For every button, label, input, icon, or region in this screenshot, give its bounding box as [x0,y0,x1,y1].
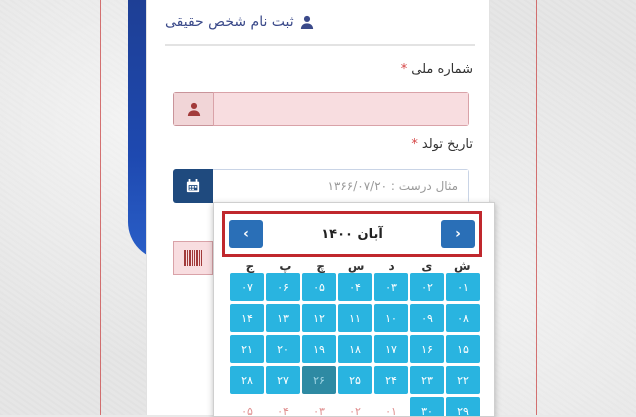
day-cell[interactable]: ۲۹ [446,397,480,416]
next-month-day-cell[interactable]: ۰۱ [374,397,408,417]
required-star: * [411,137,418,152]
next-month-day-cell[interactable]: ۰۲ [338,397,372,417]
day-cell[interactable]: ۰۶ [266,273,300,301]
weekday-label: ج [245,259,255,273]
day-cell[interactable]: ۰۸ [446,304,480,332]
national-id-icon-box [173,92,213,126]
day-cell[interactable]: ۲۸ [230,366,264,394]
calendar-icon [186,179,200,193]
day-cell[interactable]: ۰۴ [338,273,372,301]
weekday-label: ی [421,259,433,273]
next-month-day-cell[interactable]: ۰۵ [230,397,264,417]
datepicker-popup: ‹ آبان ۱۴۰۰ › شیدسچپج ۰۱ ۰۲ ۰۳ ۰۴ ۰۵ ۰۶ ۰۷ ۰۸ ۰۹… [213,202,495,417]
day-cell[interactable]: ۱۷ [374,335,408,363]
day-cell[interactable]: ۲۵ [338,366,372,394]
day-cell[interactable]: ۲۲ [446,366,480,394]
day-cell[interactable]: ۲۳ [410,366,444,394]
day-cell[interactable]: ۰۵ [302,273,336,301]
captcha-icon-box [173,241,213,275]
day-cell[interactable]: ۰۹ [410,304,444,332]
user-icon [300,15,313,29]
day-cell[interactable]: ۱۰ [374,304,408,332]
day-cell[interactable]: ۰۷ [230,273,264,301]
next-month-day-cell[interactable]: ۰۴ [266,397,300,417]
day-cell[interactable]: ۲۰ [266,335,300,363]
barcode-icon [184,250,202,266]
weekday-header: شیدسچپج [232,259,480,273]
form-title: ثبت نام شخص حقیقی [165,14,294,30]
national-id-input[interactable] [213,92,469,126]
day-cell[interactable]: ۱۱ [338,304,372,332]
day-cell[interactable]: ۱۴ [230,304,264,332]
birth-date-input[interactable]: مثال درست : ۱۳۶۶/۰۷/۲۰ [213,169,469,203]
day-cell[interactable]: ۱۶ [410,335,444,363]
datepicker-header: ‹ آبان ۱۴۰۰ › [222,211,482,257]
day-cell[interactable]: ۰۱ [446,273,480,301]
weekday-label: چ [316,259,326,273]
weekday-label: د [388,259,395,273]
day-cell[interactable]: ۱۸ [338,335,372,363]
month-title[interactable]: آبان ۱۴۰۰ [321,227,383,242]
calendar-button[interactable] [173,169,213,203]
weekday-label: ش [454,259,471,273]
day-cell[interactable]: ۰۲ [410,273,444,301]
day-cell[interactable]: ۲۶ [302,366,336,394]
day-cell[interactable]: ۰۳ [374,273,408,301]
birth-date-label-text: تاریخ تولد [421,137,473,152]
day-cell[interactable]: ۲۱ [230,335,264,363]
day-cell[interactable]: ۱۹ [302,335,336,363]
day-cell[interactable]: ۱۲ [302,304,336,332]
left-border-line [100,0,101,415]
day-cell[interactable]: ۱۵ [446,335,480,363]
weekday-label: س [347,259,365,273]
day-cell[interactable]: ۳۰ [410,397,444,416]
next-month-button[interactable]: › [441,220,475,248]
required-star: * [400,62,408,77]
form-header: ثبت نام شخص حقیقی [165,0,475,46]
weekday-label: پ [279,259,292,273]
user-icon [187,102,200,116]
prev-month-button[interactable]: ‹ [229,220,263,248]
national-id-label: شماره ملی* [401,62,473,77]
right-border-line [536,0,537,415]
birth-date-label: تاریخ تولد* [411,137,473,152]
day-cell[interactable]: ۲۷ [266,366,300,394]
national-id-label-text: شماره ملی [411,62,473,77]
day-cell[interactable]: ۱۳ [266,304,300,332]
day-grid: ۰۱ ۰۲ ۰۳ ۰۴ ۰۵ ۰۶ ۰۷ ۰۸ ۰۹ ۱۰ ۱۱ ۱۲ ۱۳ ۱۴ ۱۵ ۱۶ ۱۷ ۱۸ ۱۹ ۲۰… [230,273,480,417]
next-month-day-cell[interactable]: ۰۳ [302,397,336,417]
birth-date-group: مثال درست : ۱۳۶۶/۰۷/۲۰ [173,169,469,203]
day-cell[interactable]: ۲۴ [374,366,408,394]
national-id-group [173,92,469,126]
